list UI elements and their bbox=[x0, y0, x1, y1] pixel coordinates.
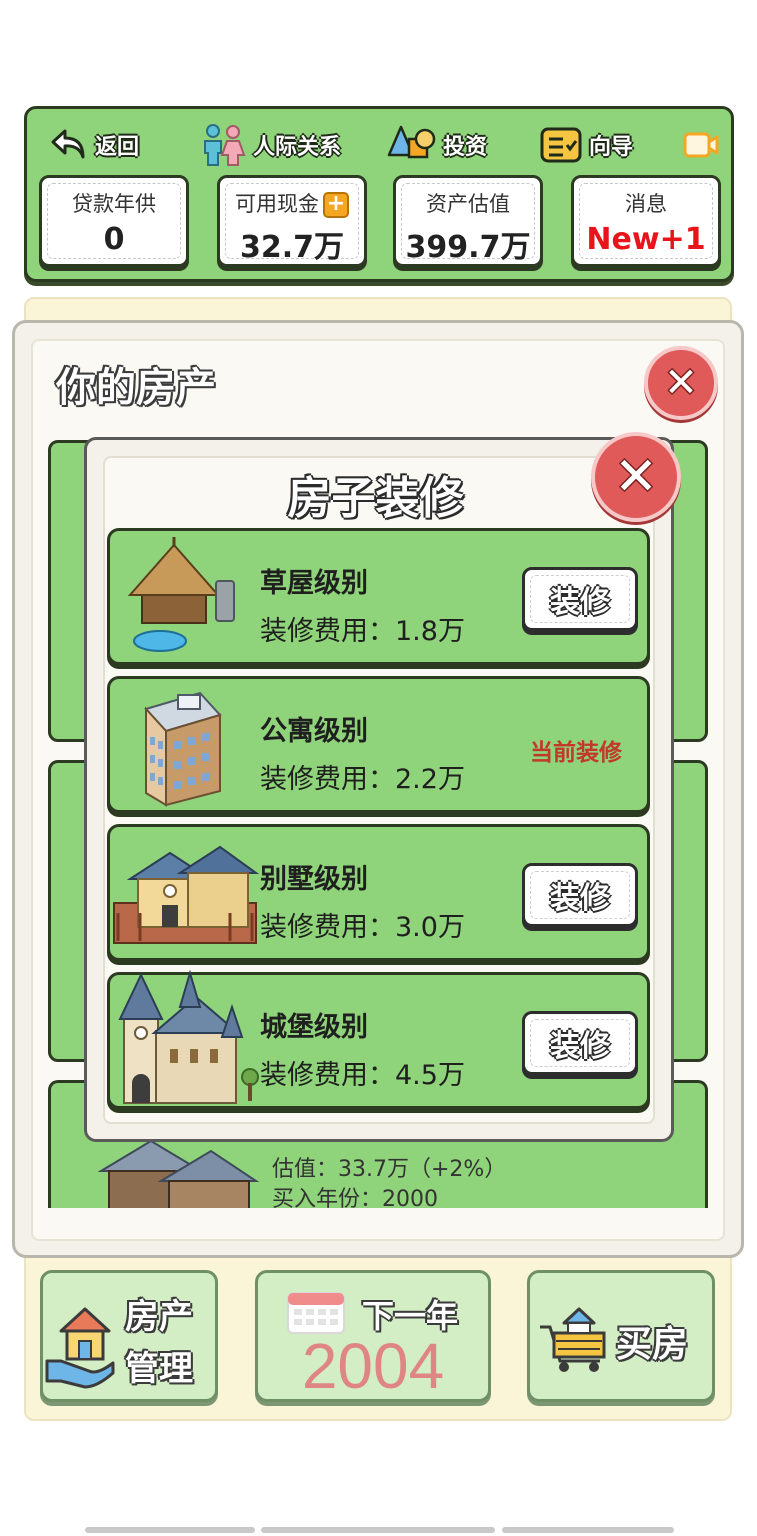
stat-assets-label: 资产估值 bbox=[426, 192, 510, 216]
castle-icon bbox=[118, 969, 259, 1104]
renovation-row-apartment: 公寓级别 装修费用：2.2万 当前装修 bbox=[107, 676, 650, 813]
social-label: 人际关系 bbox=[253, 135, 342, 160]
hut-icon bbox=[127, 537, 235, 652]
calendar-icon bbox=[287, 1292, 345, 1334]
shopping-cart-house-icon bbox=[540, 1307, 606, 1372]
stat-assets: 资产估值 399.7万 bbox=[393, 175, 543, 267]
renovation-row-castle: 城堡级别 装修费用：4.5万 装修 bbox=[107, 969, 650, 1109]
panel-bottom-margin bbox=[40, 1208, 720, 1238]
house-image-icon bbox=[97, 1141, 260, 1211]
close-property-panel-button[interactable]: ✕ bbox=[644, 346, 718, 420]
renovation-level-name: 别墅级别 bbox=[260, 864, 368, 895]
renovate-button-label: 装修 bbox=[550, 881, 610, 916]
stat-cash[interactable]: 可用现金 + 32.7万 bbox=[217, 175, 367, 267]
guide-button[interactable]: 向导 bbox=[539, 123, 633, 167]
renovation-level-name: 城堡级别 bbox=[260, 1012, 368, 1043]
renovation-level-cost: 装修费用：4.5万 bbox=[260, 1060, 465, 1091]
nav-row: 返回 人际关系 投资 向导 bbox=[27, 117, 731, 173]
current-year: 2004 bbox=[301, 1330, 445, 1402]
renovate-button[interactable]: 装修 bbox=[522, 1011, 638, 1075]
people-icon bbox=[204, 124, 246, 166]
renovate-button[interactable]: 装修 bbox=[522, 863, 638, 927]
renovation-level-cost: 装修费用：2.2万 bbox=[260, 764, 465, 795]
stat-cash-label-row: 可用现金 + bbox=[220, 188, 364, 218]
guide-label: 向导 bbox=[589, 135, 634, 160]
home-indicator bbox=[85, 1527, 255, 1533]
property-valuation: 估值：33.7万（+2%） bbox=[272, 1157, 507, 1182]
current-renovation-badge: 当前装修 bbox=[530, 740, 622, 766]
property-management-button[interactable]: 房产 管理 bbox=[40, 1270, 218, 1402]
stat-loan: 贷款年供 0 bbox=[39, 175, 189, 267]
video-button[interactable] bbox=[683, 123, 719, 167]
next-year-button[interactable]: 下一年 2004 bbox=[255, 1270, 491, 1402]
social-relations-button[interactable]: 人际关系 bbox=[199, 123, 341, 167]
renovate-button[interactable]: 装修 bbox=[522, 567, 638, 631]
renovation-level-name: 公寓级别 bbox=[260, 716, 368, 747]
renovation-level-cost: 装修费用：3.0万 bbox=[260, 912, 465, 943]
close-renovation-modal-button[interactable]: ✕ bbox=[591, 432, 681, 522]
back-button[interactable]: 返回 bbox=[49, 123, 139, 167]
renovate-button-label: 装修 bbox=[550, 1029, 610, 1064]
invest-button[interactable]: 投资 bbox=[387, 123, 487, 167]
home-indicator bbox=[261, 1527, 495, 1533]
back-label: 返回 bbox=[95, 135, 140, 160]
renovation-level-cost: 装修费用：1.8万 bbox=[260, 616, 465, 647]
back-arrow-icon bbox=[51, 129, 85, 159]
renovation-row-hut: 草屋级别 装修费用：1.8万 装修 bbox=[107, 528, 650, 665]
stat-loan-value: 0 bbox=[103, 222, 125, 257]
villa-icon bbox=[113, 845, 260, 944]
stat-messages-label: 消息 bbox=[625, 192, 667, 216]
property-management-label-line1: 房产 bbox=[125, 1297, 193, 1337]
video-camera-icon bbox=[683, 132, 719, 158]
stat-loan-label: 贷款年供 bbox=[72, 192, 156, 216]
shapes-icon bbox=[387, 125, 436, 159]
stat-cash-value: 32.7万 bbox=[239, 230, 345, 265]
stat-messages[interactable]: 消息 New+1 bbox=[571, 175, 721, 267]
property-panel-title: 你的房产 bbox=[56, 365, 216, 411]
property-management-label-line2: 管理 bbox=[125, 1349, 193, 1389]
add-cash-icon[interactable]: + bbox=[323, 192, 349, 218]
home-indicator bbox=[502, 1527, 674, 1533]
renovation-level-name: 草屋级别 bbox=[260, 568, 368, 599]
buy-house-label: 买房 bbox=[616, 1324, 689, 1365]
stat-assets-value: 399.7万 bbox=[405, 230, 531, 265]
top-bar: 返回 人际关系 投资 向导 贷款年供 0 可用现金 + 32.7万 资产估值 3… bbox=[24, 106, 734, 282]
checklist-icon bbox=[540, 127, 582, 163]
close-icon: ✕ bbox=[664, 360, 698, 406]
apartment-icon bbox=[144, 691, 222, 807]
stat-cash-label: 可用现金 bbox=[235, 192, 319, 216]
buy-house-button[interactable]: 买房 bbox=[527, 1270, 715, 1402]
renovate-button-label: 装修 bbox=[550, 585, 610, 620]
house-in-hand-icon bbox=[45, 1307, 115, 1389]
invest-label: 投资 bbox=[443, 135, 488, 160]
stat-messages-value: New+1 bbox=[586, 222, 706, 257]
renovation-row-villa: 别墅级别 装修费用：3.0万 装修 bbox=[107, 824, 650, 961]
close-icon: ✕ bbox=[614, 447, 658, 507]
